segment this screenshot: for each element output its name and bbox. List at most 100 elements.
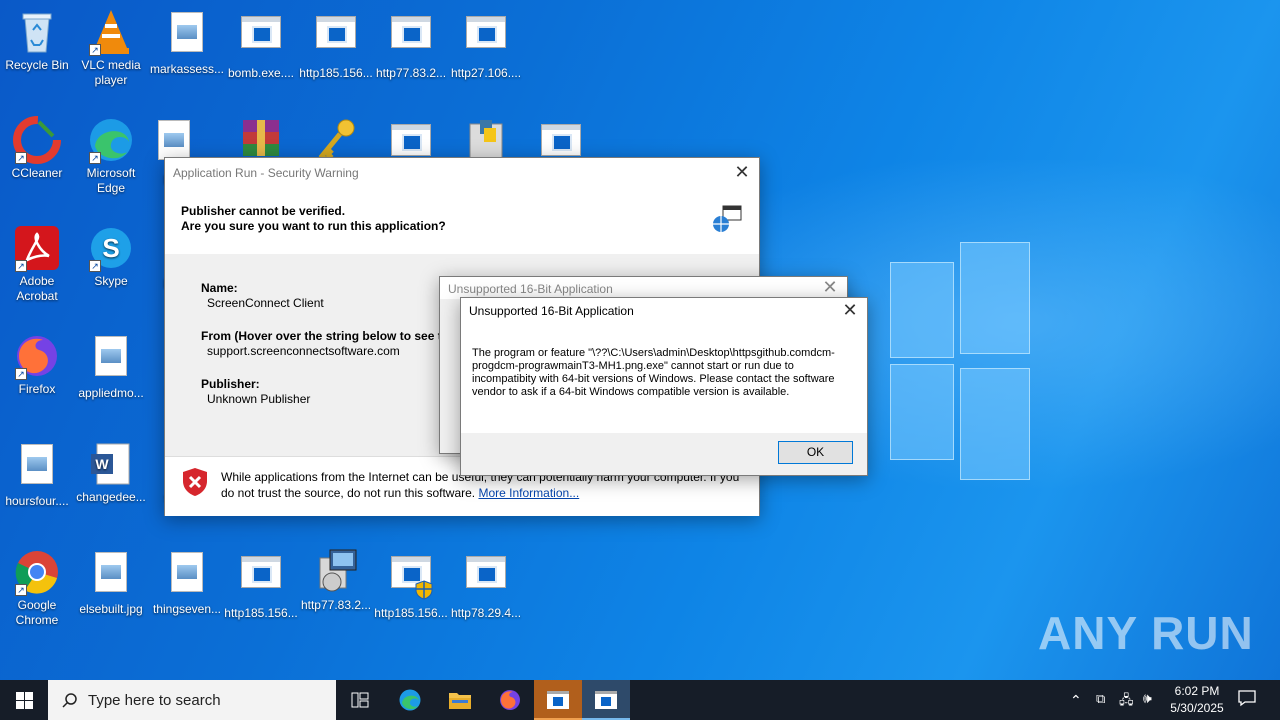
- dialog-titlebar[interactable]: Unsupported 16-Bit Application ✕: [440, 277, 847, 299]
- desktop-icon-changedee[interactable]: W changedee...: [74, 440, 148, 505]
- desktop-icon-label: Google Chrome: [15, 598, 59, 627]
- desktop-icon-recycle-bin[interactable]: Recycle Bin: [0, 8, 74, 73]
- desktop-icon-elsebuilt[interactable]: elsebuilt.jpg: [74, 548, 148, 617]
- app-window-icon: [547, 691, 569, 709]
- close-icon[interactable]: ✕: [731, 162, 753, 184]
- taskbar-app-window-2[interactable]: [582, 680, 630, 720]
- image-file-icon: [163, 552, 211, 600]
- desktop-icon-label: http77.83.2...: [300, 598, 372, 612]
- skype-icon: S ↗: [87, 224, 135, 272]
- dialog-button-bar: OK: [461, 433, 867, 475]
- desktop-icon-http78[interactable]: http78.29.4...: [449, 548, 523, 621]
- dialog-title: Unsupported 16-Bit Application: [448, 282, 613, 296]
- shortcut-arrow-icon: ↗: [89, 152, 101, 164]
- warning-heading-line2: Are you sure you want to run this applic…: [181, 219, 446, 233]
- dialog-titlebar[interactable]: Unsupported 16-Bit Application ✕: [461, 298, 867, 324]
- desktop-icon-ccleaner[interactable]: ↗ CCleaner: [0, 116, 74, 181]
- desktop-icon-http77-2[interactable]: http77.83.2...: [299, 548, 373, 613]
- desktop-icon-hoursfour[interactable]: hoursfour....: [0, 440, 74, 509]
- desktop-icon-http185-3[interactable]: http185.156...: [374, 548, 448, 621]
- close-icon[interactable]: ✕: [819, 277, 841, 299]
- desktop-icon-label: http185.156...: [224, 606, 298, 620]
- volume-icon[interactable]: 🕪: [1143, 690, 1152, 707]
- desktop-icon-label: http77.83.2...: [375, 66, 447, 80]
- dialog-titlebar[interactable]: Application Run - Security Warning ✕: [165, 158, 759, 188]
- publisher-value: Unknown Publisher: [207, 392, 311, 406]
- dialog-title: Unsupported 16-Bit Application: [469, 304, 634, 318]
- image-file-icon: [13, 444, 61, 492]
- exe-shield-file-icon: [387, 556, 435, 604]
- app-window-icon: [595, 691, 617, 709]
- desktop-icon-label: appliedmo...: [78, 386, 144, 400]
- publisher-label: Publisher:: [201, 377, 260, 391]
- chevron-up-icon[interactable]: ⌃: [1070, 692, 1082, 709]
- name-value: ScreenConnect Client: [207, 296, 324, 310]
- network-icon[interactable]: 🖧: [1119, 691, 1134, 713]
- recycle-bin-icon: [13, 8, 61, 56]
- error-message: The program or feature "\??\C:\Users\adm…: [472, 347, 835, 398]
- desktop-icon-skype[interactable]: S ↗ Skype: [74, 224, 148, 289]
- desktop-icon-appliedmo[interactable]: appliedmo...: [74, 332, 148, 401]
- desktop-icon-thingseven[interactable]: thingseven...: [150, 548, 224, 617]
- meet-now-icon[interactable]: ⧉: [1096, 691, 1105, 707]
- edge-icon: ↗: [87, 116, 135, 164]
- desktop-icon-label: VLC media player: [81, 58, 141, 87]
- taskbar-edge[interactable]: [386, 680, 434, 720]
- desktop-icon-firefox[interactable]: ↗ Firefox: [0, 332, 74, 397]
- dialog-title: Application Run - Security Warning: [173, 166, 359, 180]
- from-value[interactable]: support.screenconnectsoftware.com: [207, 344, 400, 358]
- desktop-icon-label: Microsoft Edge: [86, 166, 136, 195]
- anyrun-watermark: ANY RUN: [1038, 607, 1254, 659]
- acrobat-icon: ↗: [13, 224, 61, 272]
- ccleaner-icon: ↗: [13, 116, 61, 164]
- folder-icon: [449, 693, 471, 709]
- taskbar-file-explorer[interactable]: [436, 680, 484, 720]
- name-label: Name:: [201, 281, 238, 295]
- desktop-icon-label: thingseven...: [152, 602, 222, 616]
- desktop-icon-edge[interactable]: ↗ Microsoft Edge: [74, 116, 148, 196]
- desktop-icon-chrome[interactable]: ↗ Google Chrome: [0, 548, 74, 628]
- desktop-icon-bomb-exe[interactable]: bomb.exe....: [224, 8, 298, 81]
- shortcut-arrow-icon: ↗: [15, 152, 27, 164]
- exe-file-icon: [462, 16, 510, 64]
- desktop-icon-http185-1[interactable]: http185.156...: [299, 8, 373, 81]
- ok-button[interactable]: OK: [778, 441, 853, 464]
- desktop-icon-http27[interactable]: http27.106....: [449, 8, 523, 81]
- taskbar-search-box[interactable]: Type here to search: [48, 680, 336, 720]
- warning-heading-line1: Publisher cannot be verified.: [181, 204, 346, 218]
- firefox-icon: ↗: [13, 332, 61, 380]
- start-button[interactable]: [0, 680, 48, 720]
- search-icon: [62, 693, 77, 708]
- desktop-icon-http185-2[interactable]: http185.156...: [224, 548, 298, 621]
- clock-time[interactable]: 6:02 PM: [1164, 684, 1230, 698]
- desktop-icon-label: markassess...: [150, 62, 225, 76]
- image-file-icon: [87, 552, 135, 600]
- taskbar-firefox[interactable]: [486, 680, 534, 720]
- windows-logo-wallpaper: [890, 242, 1030, 480]
- task-view-button[interactable]: [336, 680, 384, 720]
- close-icon[interactable]: ✕: [839, 300, 861, 322]
- desktop-icon-vlc[interactable]: ↗ VLC media player: [74, 8, 148, 88]
- exe-file-icon: [387, 16, 435, 64]
- search-placeholder: Type here to search: [88, 692, 221, 709]
- edge-icon: [399, 689, 421, 711]
- notification-icon[interactable]: [1238, 689, 1256, 712]
- shortcut-arrow-icon: ↗: [15, 260, 27, 272]
- desktop-icon-http77-1[interactable]: http77.83.2...: [374, 8, 448, 81]
- clock-date[interactable]: 5/30/2025: [1164, 701, 1230, 715]
- firefox-icon: [500, 690, 520, 710]
- shortcut-arrow-icon: ↗: [89, 44, 101, 56]
- image-file-icon: [87, 336, 135, 384]
- word-file-icon: W: [87, 440, 135, 488]
- exe-file-icon: [312, 16, 360, 64]
- desktop-icon-acrobat[interactable]: ↗ Adobe Acrobat: [0, 224, 74, 304]
- desktop-icon-markassess[interactable]: markassess...: [150, 8, 224, 77]
- desktop-icon-label: CCleaner: [11, 166, 63, 180]
- taskbar-app-window-1[interactable]: [534, 680, 582, 720]
- desktop-icon-label: http185.156...: [374, 606, 448, 620]
- svg-text:S: S: [102, 233, 119, 263]
- image-file-icon: [163, 12, 211, 60]
- chrome-icon: ↗: [13, 548, 61, 596]
- taskbar: Type here to search ⌃ ⧉ 🖧 🕪 6:02 PM 5/30…: [0, 680, 1280, 720]
- more-information-link[interactable]: More Information...: [478, 486, 579, 500]
